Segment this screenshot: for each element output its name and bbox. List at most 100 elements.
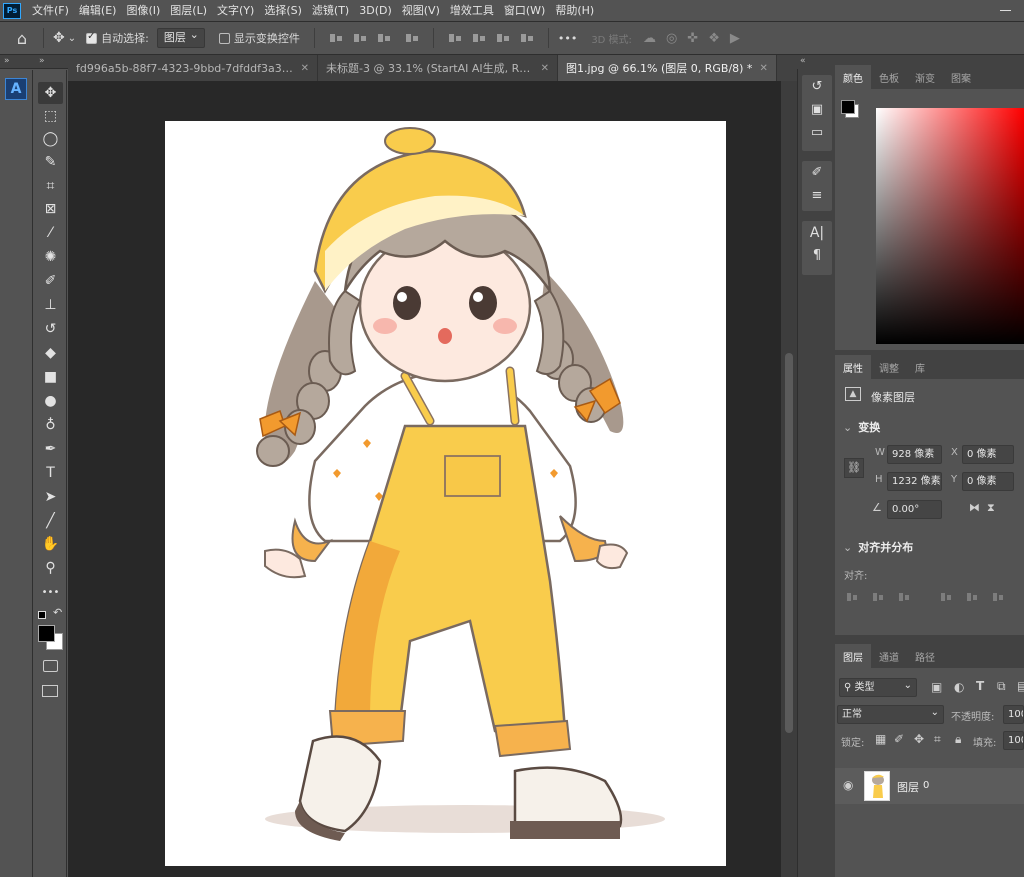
line-tool[interactable]: ╱ — [38, 510, 63, 532]
history-brush-tool[interactable]: ↺ — [38, 318, 63, 340]
swap-colors-icon[interactable]: ↶ — [53, 606, 62, 619]
quick-mask-icon[interactable] — [43, 660, 58, 672]
default-colors-icon[interactable] — [38, 611, 46, 619]
link-dimensions-icon[interactable]: ⛓ — [844, 458, 864, 478]
panel-tab[interactable]: 调整 — [871, 355, 907, 379]
brushes-icon[interactable]: ≡ — [802, 184, 832, 207]
zoom-tool[interactable]: ⚲ — [38, 557, 63, 579]
auto-select-checkbox[interactable] — [86, 31, 98, 44]
menu-item[interactable]: 图层(L) — [165, 0, 212, 22]
dodge-tool[interactable]: ♁ — [38, 414, 63, 436]
close-tab-icon[interactable]: ✕ — [541, 63, 549, 74]
flip-horizontal-icon[interactable]: ⧓ — [969, 501, 980, 514]
actions-icon[interactable]: ▣ — [802, 98, 832, 121]
lasso-tool[interactable]: ◯ — [38, 128, 63, 150]
lock-position-icon[interactable]: ✥ — [914, 732, 924, 746]
align-top-edges-icon[interactable] — [941, 591, 953, 603]
lock-all-icon[interactable]: 🔒︎ — [955, 732, 961, 747]
move-tool[interactable]: ✥ — [38, 82, 63, 104]
align-right-edges-icon[interactable] — [899, 591, 911, 603]
filter-pixel-icon[interactable]: ▣ — [931, 680, 942, 694]
menu-item[interactable]: 帮助(H) — [550, 0, 599, 22]
menu-item[interactable]: 滤镜(T) — [307, 0, 354, 22]
panel-tab[interactable]: 图案 — [943, 65, 979, 89]
blend-mode-dropdown[interactable]: 正常 ⌄ — [837, 705, 944, 724]
align-section-title[interactable]: ⌄ 对齐并分布 — [843, 539, 913, 555]
angle-field[interactable]: 0.00° — [887, 500, 942, 519]
brush-settings-icon[interactable]: ✐ — [802, 161, 832, 184]
visibility-eye-icon[interactable]: ◉ — [843, 778, 853, 792]
menu-item[interactable]: 图像(I) — [121, 0, 165, 22]
height-field[interactable]: 1232 像素 — [887, 472, 942, 491]
history-icon[interactable]: ↺ — [802, 75, 832, 98]
lock-image-icon[interactable]: ✐ — [894, 732, 904, 746]
menu-item[interactable]: 增效工具 — [445, 0, 499, 22]
foreground-color-swatch[interactable] — [38, 625, 55, 642]
tool-preset-chevron-icon[interactable]: ⌄ — [68, 33, 76, 44]
path-select-tool[interactable]: ➤ — [38, 486, 63, 508]
menu-item[interactable]: 视图(V) — [397, 0, 445, 22]
startai-plugin-icon[interactable]: A — [5, 78, 27, 100]
panel-tab[interactable]: 颜色 — [835, 65, 871, 89]
fill-field[interactable]: 100 — [1003, 731, 1024, 750]
type-tool[interactable]: T — [38, 462, 63, 484]
panel-tab[interactable]: 图层 — [835, 644, 871, 668]
align-bottom-edges-icon[interactable] — [993, 591, 1005, 603]
lock-transparent-icon[interactable]: ▦ — [875, 732, 886, 746]
pen-tool[interactable]: ✒ — [38, 438, 63, 460]
blur-tool[interactable]: ● — [38, 390, 63, 412]
marquee-tool[interactable]: ⬚ — [38, 105, 63, 127]
transform-section-title[interactable]: ⌄ 变换 — [843, 419, 880, 435]
document-tab[interactable]: 图1.jpg @ 66.1% (图层 0, RGB/8) * ✕ — [558, 55, 777, 81]
foreground-color-swatch[interactable] — [841, 100, 855, 114]
move-tool-icon[interactable]: ✥ — [53, 30, 65, 46]
gradient-tool[interactable]: ■ — [38, 366, 63, 388]
minimize-icon[interactable] — [1000, 4, 1012, 16]
hand-tool[interactable]: ✋ — [38, 533, 63, 555]
distribute-horizontal-icon[interactable] — [405, 31, 419, 45]
align-middle-icon[interactable] — [472, 31, 486, 45]
align-vertical-centers-icon[interactable] — [967, 591, 979, 603]
quick-select-tool[interactable]: ✎ — [38, 151, 63, 173]
filter-smart-object-icon[interactable]: ▤ — [1017, 679, 1024, 693]
filter-shape-icon[interactable]: ⧉ — [997, 679, 1006, 694]
layer-row[interactable]: ◉ 图层 0 — [835, 768, 1024, 804]
more-tools[interactable]: ••• — [38, 581, 63, 603]
align-top-icon[interactable] — [448, 31, 462, 45]
healing-brush-tool[interactable]: ✺ — [38, 246, 63, 268]
menu-item[interactable]: 编辑(E) — [74, 0, 122, 22]
menu-item[interactable]: 选择(S) — [259, 0, 307, 22]
align-left-edges-icon[interactable] — [847, 591, 859, 603]
document-tab[interactable]: 未标题-3 @ 33.1% (StartAI AI生成, RGB/8... ✕ — [318, 55, 558, 81]
menu-item[interactable]: 3D(D) — [354, 0, 397, 22]
y-field[interactable]: 0 像素 — [962, 472, 1014, 491]
lock-artboard-icon[interactable]: ⌗ — [934, 732, 941, 747]
align-center-icon[interactable] — [353, 31, 367, 45]
align-left-icon[interactable] — [329, 31, 343, 45]
align-bottom-icon[interactable] — [496, 31, 510, 45]
menu-item[interactable]: 文字(Y) — [212, 0, 259, 22]
frame-tool[interactable]: ⊠ — [38, 198, 63, 220]
x-field[interactable]: 0 像素 — [962, 445, 1014, 464]
vertical-scrollbar[interactable] — [781, 81, 797, 877]
character-icon[interactable]: A| — [802, 221, 832, 244]
eraser-tool[interactable]: ◆ — [38, 342, 63, 364]
layer-filter-dropdown[interactable]: ⚲ 类型 ⌄ — [839, 678, 917, 697]
panel-tab[interactable]: 属性 — [835, 355, 871, 379]
collapse-panels-icon[interactable]: « — [800, 56, 805, 66]
clone-stamp-tool[interactable]: ⊥ — [38, 294, 63, 316]
filter-adjustment-icon[interactable]: ◐ — [954, 680, 964, 694]
menu-item[interactable]: 窗口(W) — [499, 0, 550, 22]
menu-item[interactable]: 文件(F) — [27, 0, 74, 22]
document-tab[interactable]: fd996a5b-88f7-4323-9bbd-7dfddf3a3622.jpg… — [68, 55, 318, 81]
auto-select-dropdown[interactable]: 图层 — [156, 26, 205, 48]
close-tab-icon[interactable]: ✕ — [301, 63, 309, 74]
panel-tab[interactable]: 色板 — [871, 65, 907, 89]
layer-name[interactable]: 图层 — [897, 779, 919, 795]
align-horizontal-centers-icon[interactable] — [873, 591, 885, 603]
align-right-icon[interactable] — [377, 31, 391, 45]
panel-tab[interactable]: 库 — [907, 355, 933, 379]
close-tab-icon[interactable]: ✕ — [759, 63, 767, 74]
opacity-field[interactable]: 100 — [1003, 705, 1024, 724]
panel-tab[interactable]: 渐变 — [907, 65, 943, 89]
